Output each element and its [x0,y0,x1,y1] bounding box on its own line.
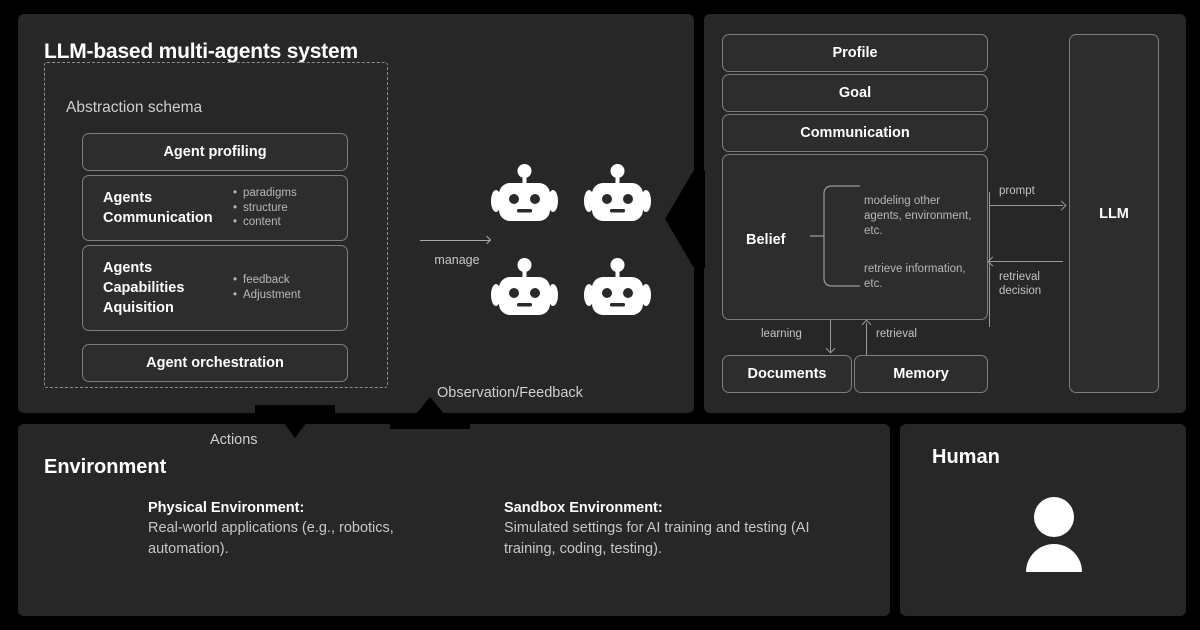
physical-environment-heading: Physical Environment: [148,500,305,516]
box-agents-communication[interactable]: Agents Communication • paradigms • structu… [82,175,348,241]
robot-icon [584,164,651,222]
belief-branch-1: retrieve information, etc. [864,263,966,290]
manage-edge-label: manage [434,253,480,267]
belief-brace-icon [810,185,860,287]
retrieval-decision-edge-label: retrieval decision [999,270,1041,299]
robot-icon [491,164,558,222]
human-title: Human [932,446,1000,468]
box-agents-capabilities-aquisition[interactable]: Agents Capabilities Aquisition • feedback… [82,245,348,331]
cap-bullet-1: Adjustment [243,289,301,301]
box-agent-profiling-label: Agent profiling [163,144,267,160]
human-panel: Human [900,424,1186,616]
manage-chevron-icon [665,170,705,268]
actions-chevron-icon [255,405,335,441]
comm-title-line1: Agents [103,190,153,206]
abstraction-schema-label: Abstraction schema [66,99,203,116]
box-documents-label: Documents [747,366,827,382]
prompt-edge-label: prompt [999,185,1035,197]
environment-column-physical: Physical Environment: Real-world applica… [148,500,478,559]
cap-title-line2: Capabilities [103,280,185,296]
box-memory-label: Memory [893,366,949,382]
retrieval-edge-label: retrieval [876,328,917,340]
actions-label: Actions [210,432,258,448]
manage-arrow-icon [420,235,492,245]
box-documents[interactable]: Documents [722,355,852,393]
box-belief-label: Belief [746,232,786,248]
retrieval-arrowhead-icon [861,319,872,330]
learning-edge-label: learning [761,328,802,340]
box-agent-orchestration[interactable]: Agent orchestration [82,344,348,382]
box-capabilities-title: Agents Capabilities Aquisition [103,258,233,318]
agent-architecture-panel: Profile Goal Communication Belief modeli… [704,14,1186,413]
environment-column-sandbox: Sandbox Environment: Simulated settings … [504,500,834,559]
comm-bullet-1: structure [243,201,288,214]
retrieval-decision-line1: retrieval [999,271,1040,283]
bullet-dot: • [233,216,238,229]
box-agents-communication-title: Agents Communication [103,188,233,228]
prompt-edge-line [989,205,1063,206]
box-communication-label: Communication [800,125,910,141]
bullet-dot: • [233,201,238,214]
bullet-dot: • [233,186,238,199]
observation-feedback-label: Observation/Feedback [437,385,583,401]
retrieval-decision-line2: decision [999,285,1042,298]
diagram-canvas: LLM-based multi-agents system Abstractio… [0,0,1200,630]
box-capabilities-bullets: • feedback • Adjustment [233,273,301,302]
environment-title: Environment [44,456,167,478]
box-agent-orchestration-label: Agent orchestration [146,355,284,371]
box-profile-label: Profile [832,45,878,61]
box-communication[interactable]: Communication [722,114,988,152]
box-agent-profiling[interactable]: Agent profiling [82,133,348,171]
box-goal[interactable]: Goal [722,74,988,112]
cap-bullet-0: feedback [243,274,290,287]
box-memory[interactable]: Memory [854,355,988,393]
retrieval-decision-edge-line [989,261,1063,262]
box-agents-communication-bullets: • paradigms • structure • content [233,186,297,230]
bullet-dot: • [233,289,238,301]
comm-bullet-0: paradigms [243,186,297,199]
comm-bullet-2: content [243,216,281,229]
bullet-dot: • [233,274,238,287]
sandbox-environment-heading: Sandbox Environment: [504,500,663,516]
box-llm[interactable]: LLM [1069,34,1159,393]
person-icon [1025,497,1083,572]
robot-icon [584,258,651,316]
comm-title-line2: Communication [103,210,213,226]
belief-branch-0: modeling other agents, environment, etc. [864,195,972,237]
agents-grid [491,164,661,316]
page-title: LLM-based multi-agents system [44,40,358,63]
multi-agent-system-panel: LLM-based multi-agents system Abstractio… [18,14,694,413]
robot-icon [491,258,558,316]
prompt-arrowhead-icon [1056,200,1067,211]
environment-panel: Environment Physical Environment: Real-w… [18,424,890,616]
cap-title-line3: Aquisition [103,300,174,316]
sandbox-environment-body: Simulated settings for AI training and t… [504,520,810,557]
box-goal-label: Goal [838,85,872,101]
physical-environment-body: Real-world applications (e.g., robotics,… [148,520,394,557]
box-profile[interactable]: Profile [722,34,988,72]
learning-arrowhead-icon [825,343,836,354]
cap-title-line1: Agents [103,260,153,276]
box-llm-label: LLM [1099,205,1129,222]
